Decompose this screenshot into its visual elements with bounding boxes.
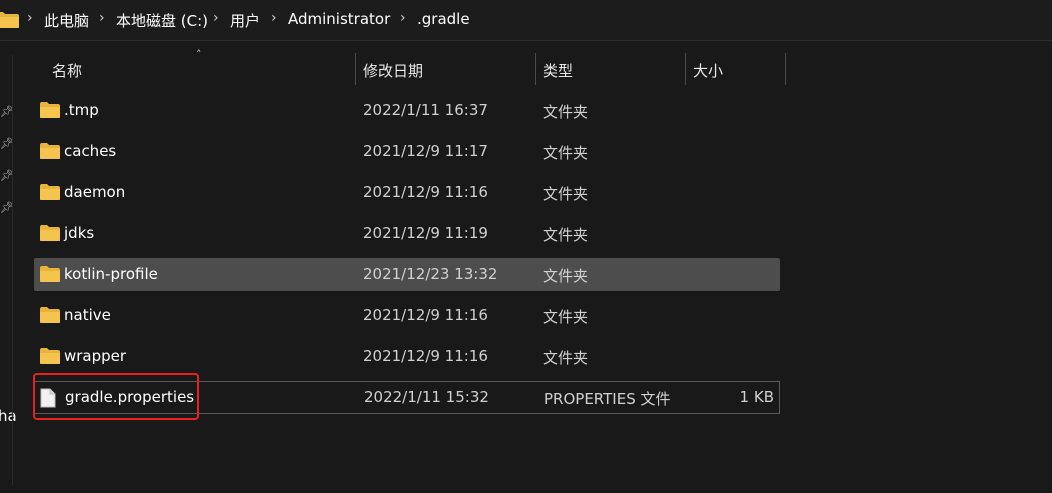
nav-item-label[interactable]: ha [0, 407, 17, 425]
folder-icon [40, 225, 60, 241]
file-name: gradle.properties [65, 388, 195, 406]
column-header-label: 大小 [693, 62, 724, 80]
file-type: 文件夹 [543, 185, 589, 203]
column-header-type[interactable]: 类型 [536, 53, 686, 85]
file-row-wrapper[interactable]: wrapper 2021/12/9 11:16 文件夹 [34, 340, 780, 373]
file-type: 文件夹 [543, 349, 589, 367]
folder-icon [40, 184, 60, 200]
file-date: 2021/12/9 11:16 [363, 306, 488, 324]
column-header-date[interactable]: 修改日期 [356, 53, 536, 85]
breadcrumb-separator[interactable]: › [271, 10, 277, 26]
column-header-name[interactable]: 名称 [34, 53, 356, 85]
file-row-caches[interactable]: caches 2021/12/9 11:17 文件夹 [34, 135, 780, 168]
file-icon [40, 388, 56, 408]
breadcrumb-gradle[interactable]: .gradle [417, 10, 470, 28]
column-header-label: 名称 [52, 62, 83, 80]
file-row-daemon[interactable]: daemon 2021/12/9 11:16 文件夹 [34, 176, 780, 209]
column-header-size[interactable]: 大小 [686, 53, 786, 85]
file-date: 2022/1/11 16:37 [363, 101, 488, 119]
file-type: 文件夹 [543, 226, 589, 244]
file-name: native [64, 306, 111, 324]
column-header-label: 修改日期 [363, 62, 424, 80]
column-header-label: 类型 [543, 62, 574, 80]
file-type: 文件夹 [543, 103, 589, 121]
file-type: PROPERTIES 文件 [544, 390, 671, 408]
folder-icon [0, 12, 19, 28]
file-name: wrapper [64, 347, 127, 365]
file-type: 文件夹 [543, 144, 589, 162]
breadcrumb-separator: › [27, 10, 33, 26]
file-name: caches [64, 142, 117, 160]
file-row-jdks[interactable]: jdks 2021/12/9 11:19 文件夹 [34, 217, 780, 250]
folder-icon [40, 143, 60, 159]
pane-divider[interactable] [12, 55, 13, 485]
folder-icon [40, 307, 60, 323]
file-row-gradle-properties[interactable]: gradle.properties 2022/1/11 15:32 PROPER… [34, 381, 780, 414]
file-date: 2021/12/9 11:17 [363, 142, 488, 160]
file-name: daemon [64, 183, 126, 201]
file-date: 2021/12/9 11:19 [363, 224, 488, 242]
file-name: jdks [64, 224, 95, 242]
breadcrumb-separator[interactable]: › [213, 10, 219, 26]
file-date: 2022/1/11 15:32 [364, 388, 489, 406]
column-resize-handle[interactable] [785, 53, 786, 85]
folder-icon [40, 348, 60, 364]
breadcrumb-users[interactable]: 用户 [230, 10, 260, 31]
file-type: 文件夹 [543, 267, 589, 285]
breadcrumb-separator[interactable]: › [400, 10, 406, 26]
breadcrumb-administrator[interactable]: Administrator [288, 10, 390, 28]
file-name: kotlin-profile [64, 265, 158, 283]
file-row-native[interactable]: native 2021/12/9 11:16 文件夹 [34, 299, 780, 332]
file-row-tmp[interactable]: .tmp 2022/1/11 16:37 文件夹 [34, 94, 780, 127]
address-bar[interactable]: › 此电脑 › 本地磁盘 (C:) › 用户 › Administrator ›… [0, 0, 1052, 41]
file-type: 文件夹 [543, 308, 589, 326]
folder-icon [40, 266, 60, 282]
file-name: .tmp [64, 101, 99, 119]
file-date: 2021/12/9 11:16 [363, 183, 488, 201]
file-date: 2021/12/9 11:16 [363, 347, 488, 365]
breadcrumb-local-disk[interactable]: 本地磁盘 (C:) [116, 10, 208, 31]
file-date: 2021/12/23 13:32 [363, 265, 498, 283]
file-row-kotlin-profile[interactable]: kotlin-profile 2021/12/23 13:32 文件夹 [34, 258, 780, 291]
folder-icon [40, 102, 60, 118]
breadcrumb-this-pc[interactable]: 此电脑 [44, 10, 89, 31]
file-size: 1 KB [739, 388, 774, 406]
breadcrumb-separator[interactable]: › [99, 10, 105, 26]
